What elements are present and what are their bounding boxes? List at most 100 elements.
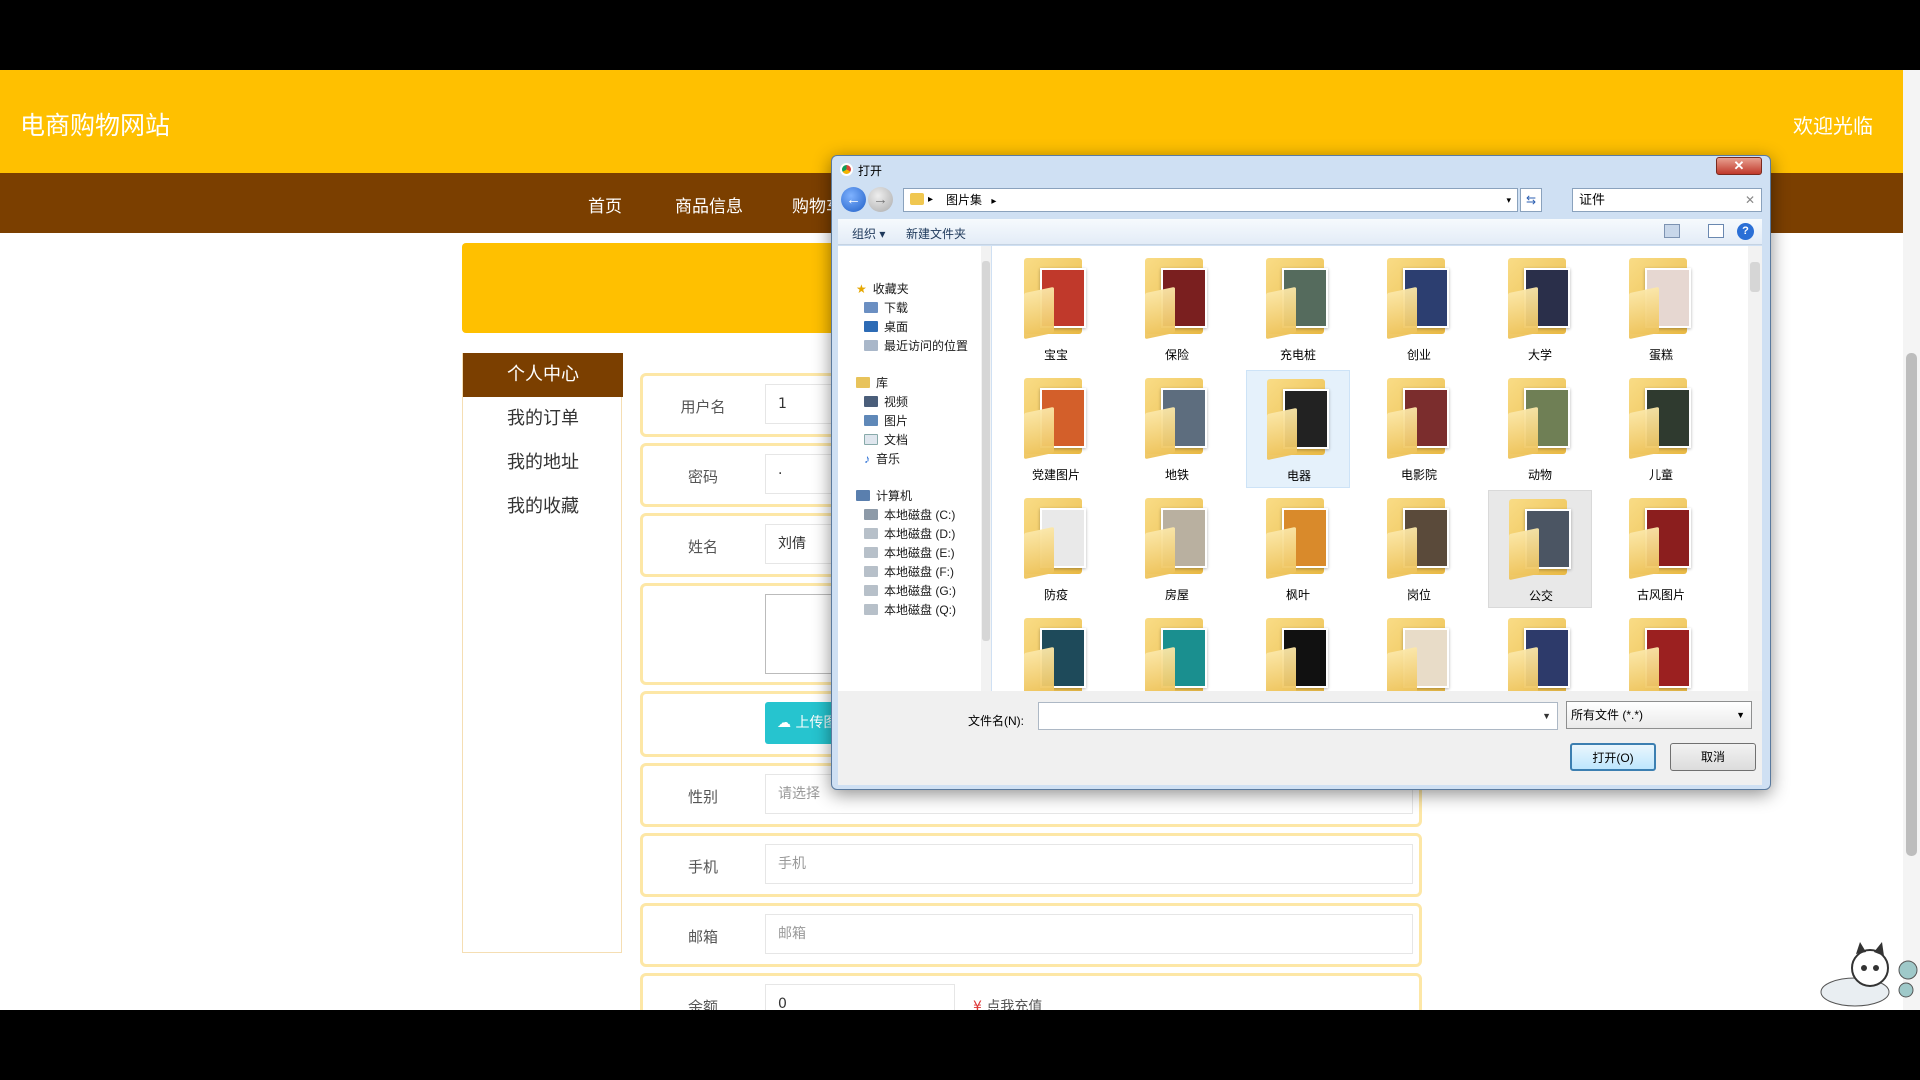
folder-item[interactable] — [1125, 610, 1229, 691]
tree-recent[interactable]: 最近访问的位置 — [864, 337, 968, 354]
folder-item[interactable]: 电器 — [1246, 370, 1350, 488]
folder-item[interactable]: 动物 — [1488, 370, 1592, 488]
navigation-pane: ★ 收藏夹 下载 桌面 最近访问的位置 库 视频 图片 文档 ♪ 音乐 计算机 本地… — [838, 246, 991, 691]
folder-item[interactable]: 充电桩 — [1246, 250, 1350, 368]
organize-button[interactable]: 组织 ▾ — [852, 225, 885, 242]
recharge-link[interactable]: ¥ 点我充值 — [973, 996, 1042, 1010]
new-folder-button[interactable]: 新建文件夹 — [906, 225, 966, 242]
email-input[interactable]: 邮箱 — [765, 914, 1413, 954]
tree-music[interactable]: ♪ 音乐 — [864, 450, 900, 467]
folder-item[interactable]: 公交 — [1488, 490, 1592, 608]
address-row: ← → ▸ 图片集 ▸ ▾ ⇆ 证件 ✕ — [838, 187, 1762, 213]
tree-computer[interactable]: 计算机 — [856, 487, 912, 504]
folder-item[interactable]: 枫叶 — [1246, 490, 1350, 608]
folder-item[interactable]: 地铁 — [1125, 370, 1229, 488]
help-icon[interactable]: ? — [1737, 223, 1754, 240]
tree-drive-label: 本地磁盘 (Q:) — [884, 603, 956, 617]
search-input[interactable]: 证件 ✕ — [1572, 188, 1762, 212]
avatar-image — [765, 594, 835, 674]
folder-flap — [1024, 646, 1054, 691]
tree-desktop[interactable]: 桌面 — [864, 318, 908, 335]
file-view-scrollbar[interactable] — [1748, 246, 1762, 691]
sidebar-item-orders[interactable]: 我的订单 — [463, 397, 623, 441]
tree-drive-label: 本地磁盘 (F:) — [884, 565, 954, 579]
folder-item[interactable] — [1488, 610, 1592, 691]
site-brand[interactable]: 电商购物网站 — [20, 106, 170, 142]
tree-drive[interactable]: 本地磁盘 (Q:) — [864, 601, 956, 618]
folder-label: 电影院 — [1400, 468, 1437, 482]
forward-button[interactable]: → — [868, 187, 893, 212]
preview-pane-icon[interactable] — [1708, 224, 1724, 238]
music-icon: ♪ — [864, 452, 870, 466]
folder-item[interactable]: 蛋糕 — [1609, 250, 1713, 368]
tree-videos[interactable]: 视频 — [864, 393, 908, 410]
open-button[interactable]: 打开(O) — [1570, 743, 1656, 771]
page-scroll-thumb[interactable] — [1906, 353, 1917, 856]
gender-label: 性别 — [687, 788, 718, 806]
folder-item[interactable]: 防疫 — [1004, 490, 1108, 608]
sidebar-item-profile[interactable]: 个人中心 — [463, 353, 623, 397]
tree-favorites[interactable]: ★ 收藏夹 — [856, 280, 909, 297]
drive-icon — [864, 585, 878, 596]
cancel-button[interactable]: 取消 — [1670, 743, 1756, 771]
folder-item[interactable]: 电影院 — [1367, 370, 1471, 488]
folder-item[interactable]: 古风图片 — [1609, 490, 1713, 608]
chevron-down-icon[interactable]: ▼ — [1542, 711, 1551, 721]
open-file-dialog: 打开 ✕ ← → ▸ 图片集 ▸ ▾ ⇆ 证件 ✕ 组织 ▾ 新建文件夹 ? ★… — [831, 155, 1771, 790]
arrow-right-icon: → — [873, 191, 888, 208]
folder-item[interactable] — [1609, 610, 1713, 691]
chrome-icon — [840, 163, 853, 176]
folder-item[interactable] — [1246, 610, 1350, 691]
nav-home[interactable]: 首页 — [588, 192, 622, 217]
folder-item[interactable] — [1004, 610, 1108, 691]
tree-drive[interactable]: 本地磁盘 (F:) — [864, 563, 954, 580]
sidebar-item-favorites[interactable]: 我的收藏 — [463, 485, 623, 529]
phone-input[interactable]: 手机 — [765, 844, 1413, 884]
tree-libraries[interactable]: 库 — [856, 374, 888, 391]
folder-item[interactable]: 宝宝 — [1004, 250, 1108, 368]
folder-item[interactable]: 岗位 — [1367, 490, 1471, 608]
tree-pictures[interactable]: 图片 — [864, 412, 908, 429]
folder-item[interactable]: 创业 — [1367, 250, 1471, 368]
tree-downloads[interactable]: 下载 — [864, 299, 908, 316]
tree-drive[interactable]: 本地磁盘 (G:) — [864, 582, 956, 599]
tree-computer-label: 计算机 — [876, 489, 913, 503]
folder-item[interactable]: 保险 — [1125, 250, 1229, 368]
close-button[interactable]: ✕ — [1716, 157, 1762, 175]
folder-label: 古风图片 — [1636, 588, 1685, 602]
address-bar[interactable]: ▸ 图片集 ▸ ▾ — [903, 188, 1518, 212]
folder-item[interactable]: 大学 — [1488, 250, 1592, 368]
nav-products[interactable]: 商品信息 — [675, 192, 743, 217]
folder-label: 充电桩 — [1279, 348, 1316, 362]
tree-documents[interactable]: 文档 — [864, 431, 908, 448]
balance-row: 余额 0 ¥ 点我充值 — [640, 973, 1422, 1010]
chevron-down-icon[interactable]: ▾ — [1506, 189, 1511, 211]
search-value: 证件 — [1579, 192, 1606, 207]
folder-label: 保险 — [1164, 348, 1189, 362]
folder-item[interactable]: 房屋 — [1125, 490, 1229, 608]
breadcrumb-pictures[interactable]: 图片集 — [946, 193, 982, 207]
folder-item[interactable]: 党建图片 — [1004, 370, 1108, 488]
phone-label: 手机 — [687, 858, 718, 876]
email-label: 邮箱 — [687, 928, 718, 946]
file-type-select[interactable]: 所有文件 (*.*) ▼ — [1566, 701, 1752, 729]
clear-search-icon[interactable]: ✕ — [1745, 189, 1755, 211]
back-button[interactable]: ← — [841, 187, 866, 212]
nav-pane-scrollbar[interactable] — [981, 246, 991, 691]
file-view-scroll-thumb[interactable] — [1750, 262, 1760, 292]
recharge-label: 点我充值 — [986, 999, 1043, 1010]
folder-flap — [1508, 286, 1538, 340]
refresh-button[interactable]: ⇆ — [1520, 188, 1542, 212]
tree-drive[interactable]: 本地磁盘 (C:) — [864, 506, 955, 523]
chevron-right-icon: ▸ — [928, 194, 934, 205]
folder-item[interactable]: 儿童 — [1609, 370, 1713, 488]
folder-item[interactable] — [1367, 610, 1471, 691]
balance-input[interactable]: 0 — [765, 984, 955, 1010]
page-scrollbar[interactable] — [1903, 70, 1920, 1010]
tree-drive[interactable]: 本地磁盘 (D:) — [864, 525, 955, 542]
filename-input[interactable]: ▼ — [1038, 702, 1558, 730]
view-options-icon[interactable] — [1664, 224, 1680, 238]
tree-drive[interactable]: 本地磁盘 (E:) — [864, 544, 955, 561]
sidebar-item-address[interactable]: 我的地址 — [463, 441, 623, 485]
nav-pane-scroll-thumb[interactable] — [982, 261, 990, 641]
